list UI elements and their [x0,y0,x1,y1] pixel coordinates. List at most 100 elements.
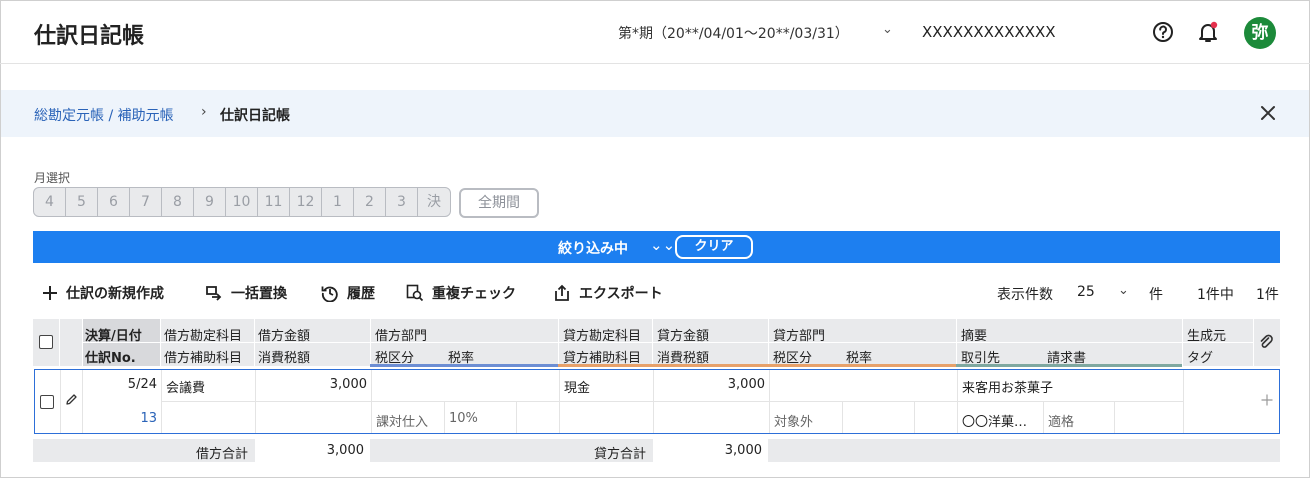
row-debit-amount: 3,000 [329,377,367,392]
month-button[interactable]: 10 [226,188,258,216]
month-selector: 4 5 6 7 8 9 10 11 12 1 2 3 決 [33,187,451,217]
credit-total-value: 3,000 [653,439,768,462]
result-count-text: 1件中 [1197,287,1234,303]
header-debit-amount[interactable]: 借方金額 [258,325,310,344]
header-credit-tax-category[interactable]: 税区分 [773,347,812,366]
header-credit-tax-amount[interactable]: 消費税額 [657,347,709,366]
header-memo[interactable]: 摘要 [961,325,987,344]
header-debit-tax-rate[interactable]: 税率 [448,347,474,366]
edit-pencil-icon[interactable] [65,393,78,406]
header-date[interactable]: 決算/日付 [85,325,142,344]
debit-total-label: 借方合計 [195,447,248,462]
month-button[interactable]: 8 [162,188,194,216]
duplicate-search-icon [406,284,424,302]
new-entry-button[interactable]: 仕訳の新規作成 [42,283,164,303]
month-button[interactable]: 6 [98,188,130,216]
header-credit-account[interactable]: 貸方勘定科目 [563,325,641,344]
bulk-replace-label: 一括置換 [231,286,287,302]
month-button[interactable]: 12 [290,188,322,216]
column-divider [160,319,161,366]
select-all-checkbox[interactable] [39,335,53,349]
result-count-number: 1件 [1256,287,1279,303]
row-partner: 〇〇洋菓… [962,415,1028,430]
table-row[interactable]: 5/24 13 会議費 3,000 課対仕入 10% 現金 3,000 対象外 … [34,369,1280,434]
notification-bell-icon[interactable] [1197,20,1219,44]
header-partner[interactable]: 取引先 [961,347,1000,366]
header-credit-amount[interactable]: 貸方金額 [657,325,709,344]
row-credit-account: 現金 [564,381,591,396]
per-page-select[interactable]: 25 [1077,284,1095,300]
header-invoice[interactable]: 請求書 [1047,347,1086,366]
export-icon [555,284,569,301]
close-icon[interactable] [1259,104,1277,122]
page-title: 仕訳日記帳 [34,24,145,49]
chevron-down-icon[interactable]: ⌄ [1118,283,1129,298]
column-divider [59,319,60,366]
header-credit-sub-account[interactable]: 貸方補助科目 [563,347,641,366]
per-page-unit: 件 [1149,287,1163,303]
column-divider [956,319,957,366]
duplicate-check-label: 重複チェック [432,286,516,302]
header-debit-tax-category[interactable]: 税区分 [375,347,414,366]
column-divider [652,319,653,366]
column-divider [370,319,371,366]
add-attachment-icon[interactable] [1261,394,1273,406]
header-debit-account[interactable]: 借方勘定科目 [164,325,242,344]
filter-bar[interactable]: 絞り込み中 ⌄⌄ クリア [33,231,1280,263]
double-chevron-down-icon[interactable]: ⌄⌄ [650,236,675,254]
debit-total-value: 3,000 [255,439,370,462]
month-selector-label: 月選択 [34,171,71,185]
month-button[interactable]: 11 [258,188,290,216]
company-name[interactable]: XXXXXXXXXXXXX [922,23,1056,41]
breadcrumb: 総勘定元帳 / 補助元帳 › 仕訳日記帳 [1,90,1309,137]
avatar[interactable]: 弥 [1244,17,1276,49]
month-button[interactable]: 3 [386,188,418,216]
row-checkbox[interactable] [40,395,54,409]
breadcrumb-parent-link[interactable]: 総勘定元帳 / 補助元帳 [34,105,174,125]
header-credit-tax-rate[interactable]: 税率 [846,347,872,366]
header-debit-dept[interactable]: 借方部門 [375,325,427,344]
attachment-icon [1260,334,1273,348]
month-button[interactable]: 7 [130,188,162,216]
fiscal-period-select[interactable]: 第*期（20**/04/01〜20**/03/31） [618,23,849,43]
header-credit-dept[interactable]: 貸方部門 [773,325,825,344]
column-divider [558,319,559,366]
month-button[interactable]: 9 [194,188,226,216]
row-credit-tax-category: 対象外 [774,415,814,430]
month-button[interactable]: 2 [354,188,386,216]
history-icon [321,286,338,302]
header-tag[interactable]: タグ [1187,347,1213,366]
column-divider [1182,319,1183,366]
month-button[interactable]: 1 [322,188,354,216]
row-credit-amount: 3,000 [727,377,765,392]
header-debit-tax-amount[interactable]: 消費税額 [258,347,310,366]
column-divider [768,319,769,366]
month-button-settlement[interactable]: 決 [418,188,450,216]
month-button[interactable]: 4 [34,188,66,216]
filter-status-label[interactable]: 絞り込み中 [558,238,628,258]
help-icon[interactable] [1152,21,1174,43]
column-divider [82,319,83,366]
chevron-down-icon[interactable]: ⌄ [882,22,893,37]
all-period-button[interactable]: 全期間 [459,188,539,218]
breadcrumb-separator: › [201,104,207,120]
history-button[interactable]: 履歴 [321,283,375,303]
new-entry-label: 仕訳の新規作成 [66,286,164,302]
header-origin[interactable]: 生成元 [1187,325,1226,344]
export-button[interactable]: エクスポート [553,283,663,303]
month-button[interactable]: 5 [66,188,98,216]
credit-total-label: 貸方合計 [593,447,646,462]
row-debit-account: 会議費 [166,381,206,396]
row-slip-no-link[interactable]: 13 [95,411,157,426]
clear-filter-button[interactable]: クリア [675,235,753,259]
row-debit-tax-rate: 10% [449,411,478,426]
header-slip-no[interactable]: 仕訳No. [85,347,136,366]
bulk-replace-button[interactable]: 一括置換 [205,283,287,303]
duplicate-check-button[interactable]: 重複チェック [406,283,516,303]
row-memo: 来客用お茶菓子 [962,381,1054,396]
plus-icon [43,286,57,300]
row-date: 5/24 [127,377,157,392]
per-page-label: 表示件数 [997,287,1053,303]
header-debit-sub-account[interactable]: 借方補助科目 [164,347,242,366]
row-invoice: 適格 [1048,415,1075,430]
